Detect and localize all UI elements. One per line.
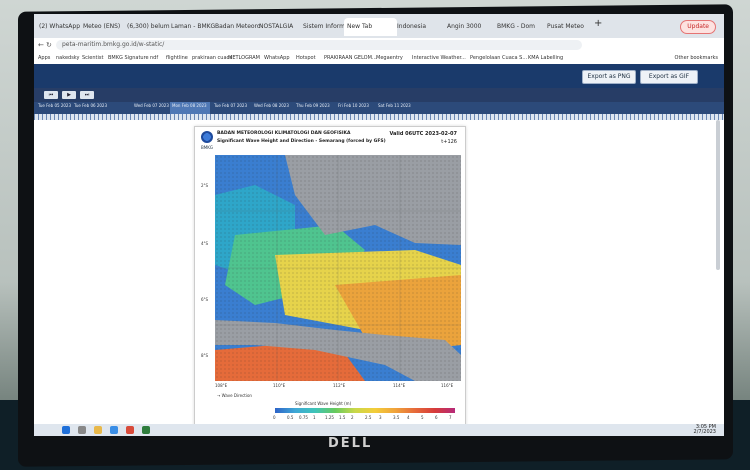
system-clock[interactable]: 3:05 PM 2/7/2023 [694, 425, 716, 435]
bookmark-item[interactable]: ndf [150, 52, 158, 64]
reload-icon[interactable]: ↻ [46, 38, 52, 52]
colorbar-tick: 0.5 [287, 415, 294, 420]
colorbar-tick: 7 [449, 415, 452, 420]
colorbar-title: Significant Wave Height (m) [295, 401, 352, 406]
browser-tab[interactable]: Angin 3000 [444, 18, 497, 36]
edge-icon[interactable] [110, 426, 118, 434]
new-tab-button[interactable]: + [594, 18, 602, 29]
bookmark-item[interactable]: flightline [166, 52, 188, 64]
latitude-label: 2°S [201, 183, 209, 188]
update-button[interactable]: Update [680, 20, 716, 34]
export-gif-button[interactable]: Export as GIF [640, 70, 698, 84]
excel-icon[interactable] [142, 426, 150, 434]
play-button[interactable]: ▶ [62, 91, 76, 99]
map-title: Significant Wave Height and Direction - … [217, 139, 386, 144]
bookmark-item[interactable]: Megaentry [376, 52, 403, 64]
other-bookmarks[interactable]: Other bookmarks [675, 52, 718, 64]
timeline-ticks[interactable] [34, 114, 724, 120]
bookmark-item[interactable]: KMA Labelling [528, 52, 563, 64]
valid-time: Valid 06UTC 2023-02-07 [389, 131, 457, 137]
page-scrollbar[interactable] [716, 120, 720, 270]
colorbar-tick: 0 [273, 415, 276, 420]
bmkg-logo-text: BMKG [201, 145, 213, 150]
colorbar-tick: 1 [313, 415, 316, 420]
latitude-label: 8°S [201, 353, 209, 358]
colorbar-tick: 0.75 [299, 415, 308, 420]
mouse-cursor-icon [717, 365, 724, 374]
bookmark-item[interactable]: PRAKIRAAN GELOM... [324, 52, 377, 64]
file-explorer-icon[interactable] [94, 426, 102, 434]
browser-tab[interactable]: Pusat Meteo [544, 18, 597, 36]
start-menu-icon[interactable] [62, 426, 70, 434]
wave-map-card: BMKG BADAN METEOROLOGI KLIMATOLOGI DAN G… [194, 126, 466, 428]
first-frame-button[interactable]: ⏮ [44, 91, 58, 99]
longitude-label: 114°E [393, 383, 406, 388]
windows-taskbar: 3:05 PM 2/7/2023 [34, 424, 724, 436]
date-timeline: Tue Feb 05 2023 Tue Feb 06 2023 Wed Feb … [34, 102, 724, 114]
url-field[interactable]: peta-maritim.bmkg.go.id/w-static/ [56, 40, 582, 50]
monitor-screen: (2) WhatsApp Meteo (ENS) (6,300) belum L… [34, 14, 724, 436]
timeline-date[interactable]: Tue Feb 07 2023 [214, 103, 247, 108]
bookmark-item[interactable]: nakedsky [56, 52, 79, 64]
colorbar-tick: 3.5 [393, 415, 400, 420]
colorbar-tick: 1.5 [339, 415, 346, 420]
bookmark-item[interactable]: Hotspot [296, 52, 316, 64]
timeline-date[interactable]: Tue Feb 06 2023 [74, 103, 107, 108]
latitude-label: 6°S [201, 297, 209, 302]
wave-height-colorbar [275, 408, 455, 413]
back-arrow-icon[interactable]: ← [38, 38, 44, 52]
bookmark-item[interactable]: WhatsApp [264, 52, 290, 64]
longitude-label: 108°E [215, 383, 228, 388]
timeline-date[interactable]: Sat Feb 11 2023 [378, 103, 411, 108]
longitude-label: 112°E [333, 383, 346, 388]
latitude-label: 4°S [201, 241, 209, 246]
agency-name: BADAN METEOROLOGI KLIMATOLOGI DAN GEOFIS… [217, 131, 351, 136]
timeline-date[interactable]: Tue Feb 05 2023 [38, 103, 71, 108]
bookmark-item[interactable]: METLOGRAM [228, 52, 260, 64]
browser-tab-active[interactable]: New Tab [344, 18, 397, 36]
bookmark-item[interactable]: Apps [38, 52, 50, 64]
wave-direction-legend: → Wave Direction [217, 393, 252, 398]
colorbar-tick: 5 [421, 415, 424, 420]
browser-tab-bar: (2) WhatsApp Meteo (ENS) (6,300) belum L… [34, 14, 724, 38]
address-bar-row: ← ↻ peta-maritim.bmkg.go.id/w-static/ [34, 38, 724, 53]
colorbar-tick: 3 [379, 415, 382, 420]
monitor-brand-logo: DELL [328, 436, 373, 451]
bookmark-item[interactable]: Scientist [82, 52, 103, 64]
colorbar-tick: 2 [351, 415, 354, 420]
bookmark-item[interactable]: BMKG Signature [108, 52, 149, 64]
timeline-date[interactable]: Wed Feb 08 2023 [254, 103, 289, 108]
chrome-icon[interactable] [126, 426, 134, 434]
browser-tab[interactable]: Indonesia [394, 18, 447, 36]
lead-time: t+126 [441, 139, 457, 145]
app-header: Export as PNG Export as GIF [34, 64, 724, 88]
next-frame-button[interactable]: ⏭ [80, 91, 94, 99]
playback-controls: ⏮ ▶ ⏭ [34, 88, 724, 102]
timeline-date[interactable]: Thu Feb 09 2023 [296, 103, 330, 108]
longitude-label: 116°E [441, 383, 454, 388]
bookmark-item[interactable]: Interactive Weather... [412, 52, 466, 64]
colorbar-tick: 4 [407, 415, 410, 420]
colorbar-tick: 1.25 [325, 415, 334, 420]
colorbar-tick: 6 [435, 415, 438, 420]
timeline-date[interactable]: Mon Feb 08 2023 [172, 103, 207, 108]
timeline-date[interactable]: Fri Feb 10 2023 [338, 103, 369, 108]
bmkg-logo-icon [201, 131, 213, 143]
colorbar-tick: 2.5 [365, 415, 372, 420]
clock-date: 2/7/2023 [693, 429, 716, 435]
search-icon[interactable] [78, 426, 86, 434]
timeline-date[interactable]: Wed Feb 07 2023 [134, 103, 169, 108]
browser-tab[interactable]: BMKG - Dom [494, 18, 547, 36]
export-png-button[interactable]: Export as PNG [582, 70, 636, 84]
bookmark-item[interactable]: prakiraan cuaca [192, 52, 232, 64]
bookmark-item[interactable]: Pengelolaan Cuaca S... [470, 52, 527, 64]
wave-height-map [215, 155, 461, 381]
longitude-label: 110°E [273, 383, 286, 388]
